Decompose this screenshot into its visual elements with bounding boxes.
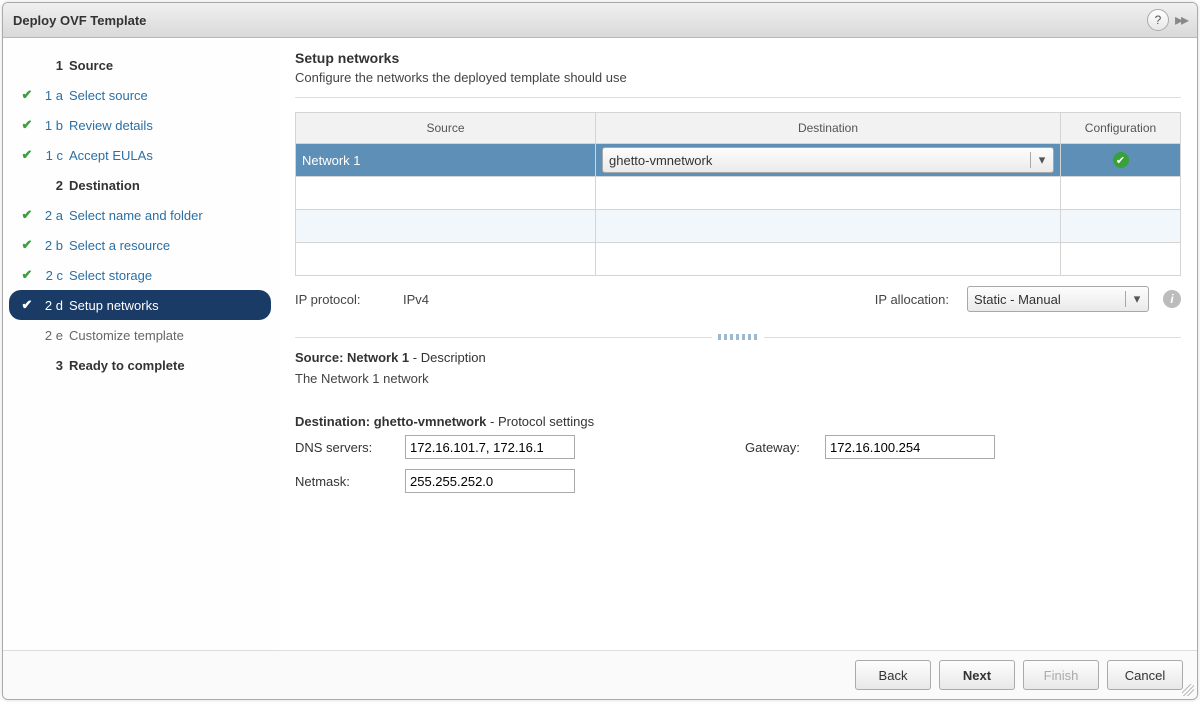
- step-number: 1 c: [39, 148, 67, 163]
- ok-icon: ✔: [1113, 152, 1129, 168]
- sidebar-step-setup-networks[interactable]: ✔ 2 d Setup networks: [9, 290, 271, 320]
- dropdown-value: ghetto-vmnetwork: [603, 153, 1030, 168]
- back-button[interactable]: Back: [855, 660, 931, 690]
- wizard-sidebar: 1 Source ✔ 1 a Select source ✔ 1 b Revie…: [3, 38, 279, 650]
- dns-input[interactable]: [405, 435, 575, 459]
- dns-label: DNS servers:: [295, 440, 405, 455]
- step-number: 2: [39, 178, 67, 193]
- step-label: Source: [67, 58, 113, 73]
- sidebar-step-select-name-folder[interactable]: ✔ 2 a Select name and folder: [9, 200, 279, 230]
- sidebar-step-select-storage[interactable]: ✔ 2 c Select storage: [9, 260, 279, 290]
- step-number: 2 e: [39, 328, 67, 343]
- finish-button: Finish: [1023, 660, 1099, 690]
- check-icon: ✔: [15, 267, 39, 283]
- netmask-input[interactable]: [405, 469, 575, 493]
- ip-allocation-label: IP allocation:: [875, 292, 949, 307]
- table-row[interactable]: [296, 243, 1181, 276]
- step-label: Customize template: [67, 328, 184, 343]
- step-label: Select name and folder: [67, 208, 203, 223]
- check-icon: ✔: [15, 207, 39, 223]
- heading-suffix: - Protocol settings: [486, 414, 594, 429]
- sidebar-step-select-source[interactable]: ✔ 1 a Select source: [9, 80, 279, 110]
- sidebar-step-select-resource[interactable]: ✔ 2 b Select a resource: [9, 230, 279, 260]
- source-section-heading: Source: Network 1 - Description: [295, 350, 1181, 365]
- step-number: 2 b: [39, 238, 67, 253]
- step-label: Ready to complete: [67, 358, 185, 373]
- dialog-window: Deploy OVF Template ? ▸▸ 1 Source ✔ 1 a …: [2, 2, 1198, 700]
- step-label: Setup networks: [67, 298, 159, 313]
- sidebar-group-source: 1 Source: [9, 50, 279, 80]
- cancel-button[interactable]: Cancel: [1107, 660, 1183, 690]
- step-number: 2 c: [39, 268, 67, 283]
- check-icon: ✔: [15, 297, 39, 313]
- sidebar-step-accept-eulas[interactable]: ✔ 1 c Accept EULAs: [9, 140, 279, 170]
- check-icon: ✔: [15, 147, 39, 163]
- body: 1 Source ✔ 1 a Select source ✔ 1 b Revie…: [3, 38, 1197, 650]
- separator: [295, 334, 1181, 340]
- dropdown-value: Static - Manual: [968, 292, 1125, 307]
- ip-allocation-dropdown[interactable]: Static - Manual ▾: [967, 286, 1149, 312]
- sidebar-group-ready: 3 Ready to complete: [9, 350, 279, 380]
- table-row[interactable]: [296, 210, 1181, 243]
- table-row[interactable]: Network 1 ghetto-vmnetwork ▾ ✔: [296, 144, 1181, 177]
- ip-protocol-value: IPv4: [403, 292, 483, 307]
- step-number: 1 b: [39, 118, 67, 133]
- sidebar-group-destination: 2 Destination: [9, 170, 279, 200]
- step-number: 3: [39, 358, 67, 373]
- step-label: Select storage: [67, 268, 152, 283]
- col-configuration[interactable]: Configuration: [1061, 113, 1181, 144]
- ip-row: IP protocol: IPv4 IP allocation: Static …: [295, 286, 1181, 312]
- window-title: Deploy OVF Template: [13, 13, 1147, 28]
- step-label: Select source: [67, 88, 148, 103]
- page-subtitle: Configure the networks the deployed temp…: [295, 66, 1181, 97]
- step-label: Review details: [67, 118, 153, 133]
- main-panel: Setup networks Configure the networks th…: [279, 38, 1197, 650]
- form-row-dns-gateway: DNS servers: Gateway:: [295, 435, 1181, 459]
- step-number: 1: [39, 58, 67, 73]
- networks-table: Source Destination Configuration Network…: [295, 112, 1181, 276]
- step-number: 1 a: [39, 88, 67, 103]
- check-icon: ✔: [15, 87, 39, 103]
- step-label: Destination: [67, 178, 140, 193]
- step-number: 2 a: [39, 208, 67, 223]
- chevron-down-icon: ▾: [1125, 291, 1148, 307]
- sidebar-step-customize-template[interactable]: 2 e Customize template: [9, 320, 279, 350]
- table-row[interactable]: [296, 177, 1181, 210]
- page-title: Setup networks: [295, 50, 1181, 66]
- sidebar-step-review-details[interactable]: ✔ 1 b Review details: [9, 110, 279, 140]
- info-icon[interactable]: i: [1163, 290, 1181, 308]
- heading-name: ghetto-vmnetwork: [374, 414, 487, 429]
- col-source[interactable]: Source: [296, 113, 596, 144]
- grip-icon[interactable]: [718, 334, 758, 340]
- next-button[interactable]: Next: [939, 660, 1015, 690]
- cell-destination: ghetto-vmnetwork ▾: [596, 144, 1061, 177]
- chevron-down-icon: ▾: [1030, 152, 1053, 168]
- divider: [295, 97, 1181, 98]
- step-label: Select a resource: [67, 238, 170, 253]
- title-bar: Deploy OVF Template ? ▸▸: [3, 3, 1197, 38]
- form-row-netmask: Netmask:: [295, 469, 1181, 493]
- expand-icon[interactable]: ▸▸: [1175, 10, 1187, 30]
- heading-prefix: Source:: [295, 350, 347, 365]
- ip-protocol-label: IP protocol:: [295, 292, 395, 307]
- heading-suffix: - Description: [409, 350, 486, 365]
- help-icon[interactable]: ?: [1147, 9, 1169, 31]
- check-icon: ✔: [15, 117, 39, 133]
- destination-dropdown[interactable]: ghetto-vmnetwork ▾: [602, 147, 1054, 173]
- cell-source: Network 1: [296, 144, 596, 177]
- check-icon: ✔: [15, 237, 39, 253]
- gateway-input[interactable]: [825, 435, 995, 459]
- gateway-label: Gateway:: [745, 440, 825, 455]
- heading-name: Network 1: [347, 350, 409, 365]
- step-number: 2 d: [39, 298, 67, 313]
- heading-prefix: Destination:: [295, 414, 374, 429]
- cell-config: ✔: [1061, 144, 1181, 177]
- destination-section-heading: Destination: ghetto-vmnetwork - Protocol…: [295, 414, 1181, 429]
- resize-handle[interactable]: [1182, 684, 1194, 696]
- netmask-label: Netmask:: [295, 474, 405, 489]
- footer: Back Next Finish Cancel: [3, 650, 1197, 699]
- source-description: The Network 1 network: [295, 371, 1181, 386]
- col-destination[interactable]: Destination: [596, 113, 1061, 144]
- step-label: Accept EULAs: [67, 148, 153, 163]
